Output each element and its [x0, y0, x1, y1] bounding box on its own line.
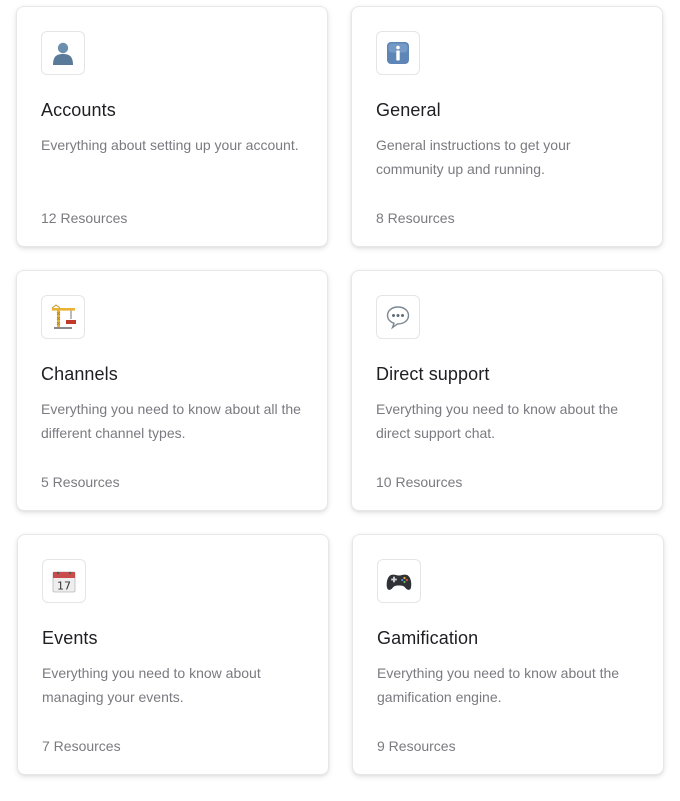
calendar-icon: 17: [42, 559, 86, 603]
category-title: Gamification: [377, 628, 479, 648]
resource-count: 8 Resources: [376, 210, 455, 226]
category-description: Everything you need to know about the di…: [376, 401, 619, 441]
resource-count: 9 Resources: [377, 738, 456, 754]
category-description: General instructions to get your communi…: [376, 137, 571, 177]
category-description: Everything about setting up your account…: [41, 137, 299, 153]
category-title: Channels: [41, 364, 118, 384]
category-card-channels[interactable]: Channels Everything you need to know abo…: [16, 270, 328, 511]
category-card-direct-support[interactable]: Direct support Everything you need to kn…: [351, 270, 663, 511]
user-icon: [41, 31, 85, 75]
category-title: Direct support: [376, 364, 490, 384]
category-card-events[interactable]: 17 Events Everything you need to know ab…: [17, 534, 329, 775]
category-title: Accounts: [41, 100, 116, 120]
info-icon: [376, 31, 420, 75]
category-card-general[interactable]: General General instructions to get your…: [351, 6, 663, 247]
resource-count: 10 Resources: [376, 474, 463, 490]
calendar-day-text: 17: [57, 580, 71, 593]
category-description: Everything you need to know about all th…: [41, 401, 301, 441]
category-title: General: [376, 100, 441, 120]
resource-count: 5 Resources: [41, 474, 120, 490]
speech-bubble-icon: [376, 295, 420, 339]
resource-count: 12 Resources: [41, 210, 128, 226]
category-description: Everything you need to know about the ga…: [377, 665, 620, 705]
category-grid: Accounts Everything about setting up you…: [0, 0, 680, 801]
game-controller-icon: [377, 559, 421, 603]
category-card-accounts[interactable]: Accounts Everything about setting up you…: [16, 6, 328, 247]
resource-count: 7 Resources: [42, 738, 121, 754]
category-card-gamification[interactable]: Gamification Everything you need to know…: [352, 534, 664, 775]
category-title: Events: [42, 628, 98, 648]
crane-icon: [41, 295, 85, 339]
category-description: Everything you need to know about managi…: [42, 665, 261, 705]
